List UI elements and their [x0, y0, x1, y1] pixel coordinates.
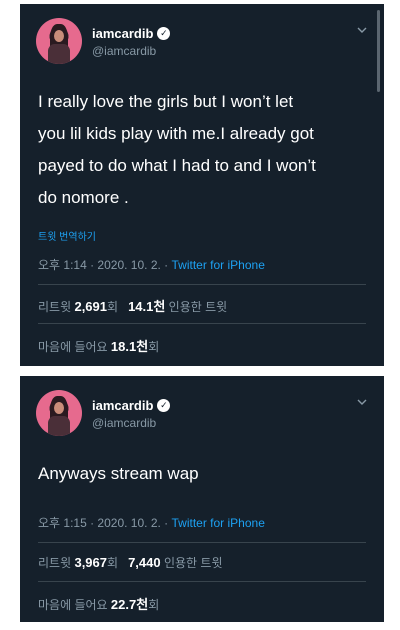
tweet-card-2: iamcardib ✓ @iamcardib Anyways stream wa…: [20, 376, 384, 622]
tweet-text-line: payed to do what I had to and I won’t: [38, 156, 316, 175]
tweet-meta: 오후 1:14 · 2020. 10. 2. · Twitter for iPh…: [38, 256, 265, 273]
avatar[interactable]: [36, 18, 82, 64]
chevron-down-icon[interactable]: [356, 24, 368, 36]
tweet-meta: 오후 1:15 · 2020. 10. 2. · Twitter for iPh…: [38, 514, 265, 531]
timestamp[interactable]: 오후 1:14 · 2020. 10. 2. ·: [38, 258, 172, 272]
retweets-suffix: 회: [107, 300, 119, 314]
divider: [38, 581, 366, 582]
source-link[interactable]: Twitter for iPhone: [172, 516, 265, 530]
likes-label: 마음에 들어요: [38, 598, 111, 612]
likes-count[interactable]: 22.7천: [111, 597, 148, 612]
user-name-row[interactable]: iamcardib ✓: [92, 398, 171, 413]
display-name[interactable]: iamcardib: [92, 398, 153, 413]
verified-badge-icon: ✓: [157, 27, 171, 40]
divider: [38, 542, 366, 543]
source-link[interactable]: Twitter for iPhone: [172, 258, 265, 272]
tweet-text-line: you lil kids play with me.I already got: [38, 124, 314, 143]
like-stats: 마음에 들어요 18.1천회: [38, 336, 159, 355]
quotes-count[interactable]: 7,440: [128, 555, 161, 570]
verified-badge-icon: ✓: [157, 399, 171, 412]
retweets-count[interactable]: 2,691: [74, 299, 107, 314]
divider: [38, 284, 366, 285]
likes-count[interactable]: 18.1천: [111, 339, 148, 354]
like-stats: 마음에 들어요 22.7천회: [38, 594, 159, 613]
user-handle[interactable]: @iamcardib: [92, 44, 156, 58]
tweet-card-1: iamcardib ✓ @iamcardib I really love the…: [20, 4, 384, 366]
scrollbar[interactable]: [377, 10, 380, 92]
retweet-stats: 리트윗 3,967회 7,440 인용한 트윗: [38, 554, 222, 571]
retweets-label: 리트윗: [38, 556, 75, 570]
retweet-stats: 리트윗 2,691회 14.1천 인용한 트윗: [38, 296, 227, 315]
user-handle[interactable]: @iamcardib: [92, 416, 156, 430]
tweet-text-line: do nomore .: [38, 188, 129, 207]
tweet-text: Anyways stream wap: [38, 464, 199, 483]
likes-suffix: 회: [148, 598, 160, 612]
tweet-text: I really love the girls but I won’t let …: [38, 86, 368, 214]
likes-label: 마음에 들어요: [38, 340, 111, 354]
quotes-label: 인용한 트윗: [160, 556, 223, 570]
timestamp[interactable]: 오후 1:15 · 2020. 10. 2. ·: [38, 516, 172, 530]
retweets-suffix: 회: [107, 556, 119, 570]
likes-suffix: 회: [148, 340, 160, 354]
display-name[interactable]: iamcardib: [92, 26, 153, 41]
user-name-row[interactable]: iamcardib ✓: [92, 26, 171, 41]
chevron-down-icon[interactable]: [356, 396, 368, 408]
retweets-label: 리트윗: [38, 300, 75, 314]
tweet-text-line: I really love the girls but I won’t let: [38, 92, 294, 111]
translate-tweet-link[interactable]: 트윗 번역하기: [38, 228, 96, 243]
quotes-label: 인용한 트윗: [165, 300, 228, 314]
quotes-count[interactable]: 14.1천: [128, 299, 165, 314]
retweets-count[interactable]: 3,967: [74, 555, 107, 570]
divider: [38, 323, 366, 324]
avatar[interactable]: [36, 390, 82, 436]
